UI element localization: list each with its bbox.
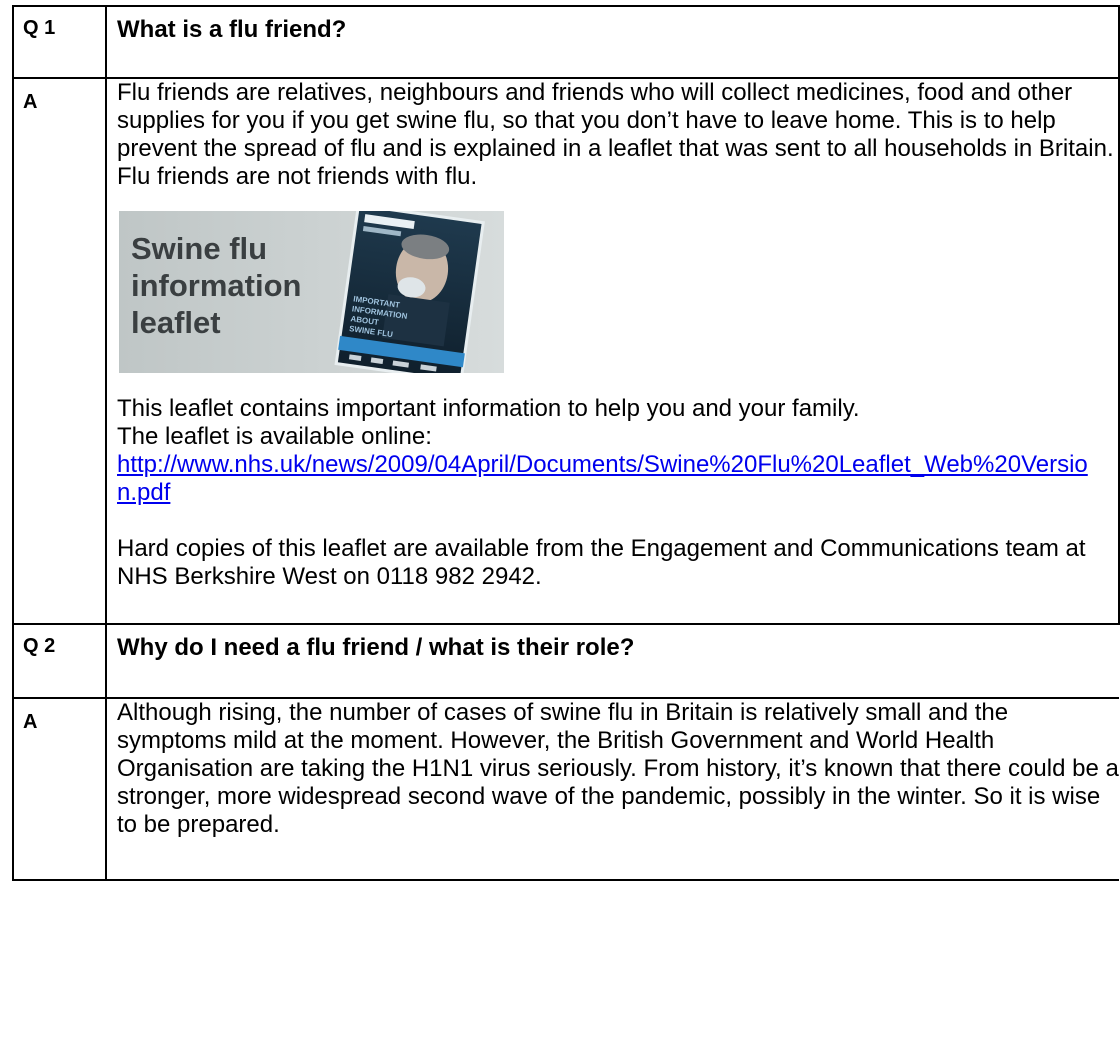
swine-flu-leaflet-image[interactable]: Swine flu information leaflet IMPORTANT … [119, 211, 504, 373]
answer-label: A [12, 77, 107, 625]
answer-row-1: A Flu friends are relatives, neighbours … [12, 77, 1120, 625]
banner-line-1: Swine flu [131, 231, 267, 266]
answer-line-2: The leaflet is available online: [117, 423, 432, 450]
question-text: What is a flu friend? [117, 16, 347, 43]
answer-intro: Flu friends are relatives, neighbours an… [117, 79, 1114, 190]
banner-line-3: leaflet [131, 305, 221, 340]
question-cell: Why do I need a flu friend / what is the… [105, 623, 1119, 699]
leaflet-link[interactable]: http://www.nhs.uk/news/2009/04April/Docu… [117, 451, 1118, 507]
question-cell: What is a flu friend? [105, 5, 1120, 79]
question-row-2: Q 2 Why do I need a flu friend / what is… [12, 623, 1119, 699]
answer-label: A [12, 697, 107, 881]
question-text: Why do I need a flu friend / what is the… [117, 634, 635, 661]
question-row-1: Q 1 What is a flu friend? [12, 5, 1120, 79]
answer-cell: Flu friends are relatives, neighbours an… [105, 77, 1120, 625]
faq-table: Q 1 What is a flu friend? A Flu friends … [12, 5, 1120, 881]
banner-line-2: information [131, 268, 302, 303]
answer-intro: Although rising, the number of cases of … [117, 699, 1119, 838]
answer-cell: Although rising, the number of cases of … [105, 697, 1119, 881]
question-label: Q 1 [12, 5, 107, 79]
answer-line-1: This leaflet contains important informat… [117, 395, 860, 422]
answer-row-2: A Although rising, the number of cases o… [12, 697, 1119, 881]
question-label: Q 2 [12, 623, 107, 699]
leaflet-cover: IMPORTANT INFORMATION ABOUT SWINE FLU [334, 211, 485, 373]
answer-footer: Hard copies of this leaflet are availabl… [117, 535, 1086, 590]
